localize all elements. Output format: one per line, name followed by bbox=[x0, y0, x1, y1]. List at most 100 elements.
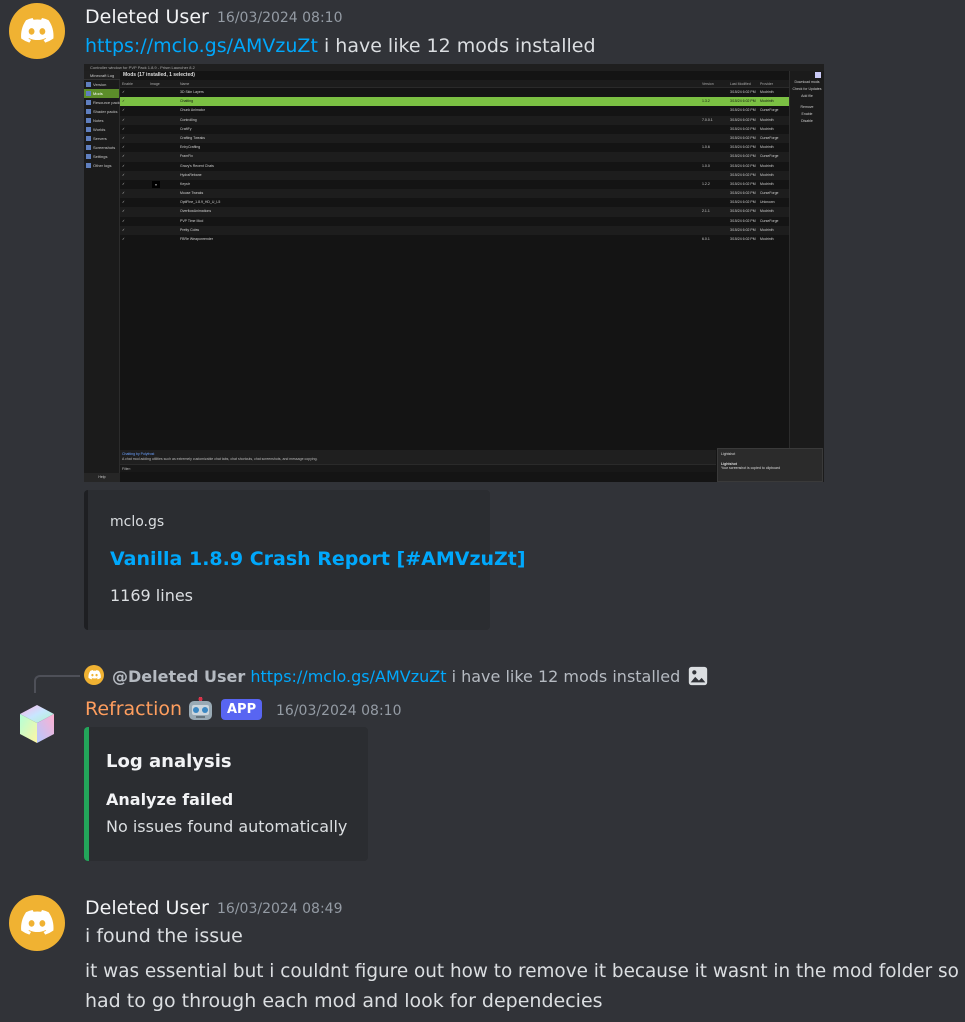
shot-cell: 3/15/24 6:02 PM bbox=[730, 163, 756, 168]
shot-col-header: Last Modified bbox=[730, 82, 751, 86]
shot-cell: Pretty Cobw bbox=[180, 227, 200, 232]
message-link[interactable]: https://mclo.gs/AMVzuZt bbox=[85, 35, 318, 57]
shot-cell: HydraRebane bbox=[180, 172, 202, 177]
shot-mod-row: ✓ EnhyCrafting 1.0.6 3/15/24 6:02 PM Modrint… bbox=[120, 143, 789, 152]
check-icon: ✓ bbox=[122, 90, 125, 94]
embed-title-link[interactable]: Vanilla 1.8.9 Crash Report [#AMVzuZt] bbox=[110, 548, 526, 570]
shot-cell: CurseForge bbox=[760, 135, 779, 140]
avatar[interactable] bbox=[9, 3, 65, 59]
shot-cell: CurseForge bbox=[760, 108, 779, 113]
log-analysis-embed: Log analysis Analyze failed No issues fo… bbox=[84, 727, 368, 861]
shot-toast: Lightshot Lightshot Your screenshot is c… bbox=[717, 448, 823, 482]
reply-connector bbox=[34, 675, 80, 693]
shot-cell: 1.0.6 bbox=[702, 145, 710, 150]
message-timestamp: 16/03/2024 08:10 bbox=[276, 703, 402, 719]
embed-site-name: mclo.gs bbox=[110, 514, 165, 530]
shot-cell: 3/15/24 6:02 PM bbox=[730, 218, 756, 223]
app-badge: APP bbox=[221, 699, 263, 720]
shot-cell: Modrinth bbox=[760, 90, 774, 94]
message-text: it was essential but i couldnt figure ou… bbox=[85, 961, 965, 982]
shot-cell: 3D Skin Layers bbox=[180, 90, 204, 94]
shot-cell: 3/15/24 6:02 PM bbox=[730, 90, 756, 94]
shot-cell: Keystr bbox=[180, 181, 190, 186]
shot-desc-line: A chat mod adding utilities such as extr… bbox=[122, 457, 318, 461]
shot-cell: Modrinth bbox=[760, 209, 774, 214]
shot-mod-row: ✓ OptiFine_1.8.9_HD_U_L5 3/15/24 6:02 PM Un… bbox=[120, 198, 789, 207]
shot-cell: 3/15/24 6:02 PM bbox=[730, 108, 756, 113]
shot-nav-item: Version bbox=[84, 80, 119, 89]
shot-cell: Controlling bbox=[180, 117, 197, 122]
message-text: i have like 12 mods installed bbox=[323, 35, 596, 57]
shot-cell: Modrinth bbox=[760, 99, 774, 104]
shot-nav-item: Resource packs bbox=[84, 98, 122, 107]
shot-mod-row: ✓ Keystr 1.2.2 3/15/24 6:02 PM Modrinth » bbox=[120, 180, 789, 189]
shot-cell: Modrinth bbox=[760, 181, 774, 186]
shot-cell: Chatting bbox=[180, 99, 194, 104]
shot-cell: 2.1.1 bbox=[702, 209, 710, 214]
check-icon: ✓ bbox=[122, 227, 125, 232]
shot-cell: Modrinth bbox=[760, 227, 774, 232]
shot-cell: PVP Time Mod bbox=[180, 218, 204, 223]
shot-cell: EnhyCrafting bbox=[180, 145, 201, 150]
shot-cell: 6.0.1 bbox=[702, 237, 710, 241]
shot-cell: 3/15/24 6:02 PM bbox=[730, 181, 756, 186]
shot-mod-row: ✓ OverflowAnimations 2.1.1 3/15/24 6:02 PM M… bbox=[120, 207, 789, 217]
username[interactable]: Deleted User bbox=[85, 897, 209, 919]
bot-username[interactable]: Refraction bbox=[85, 698, 182, 720]
shot-mod-row: ✓ FramFix 3/15/24 6:02 PM CurseForge bbox=[120, 152, 789, 162]
shot-col-header: Image bbox=[150, 82, 160, 86]
refraction-cube-icon bbox=[20, 705, 54, 743]
shot-cell: 3/15/24 6:02 PM bbox=[730, 227, 756, 232]
username[interactable]: Deleted User bbox=[85, 6, 209, 28]
embed-title: Log analysis bbox=[106, 751, 232, 772]
link-embed: mclo.gs Vanilla 1.8.9 Crash Report [#AMV… bbox=[84, 490, 526, 630]
shot-button: Add file bbox=[801, 94, 813, 98]
shot-nav-item: Settings bbox=[84, 152, 119, 161]
shot-description: Chatting by Polyfrost A chat mod adding … bbox=[120, 450, 716, 464]
check-icon: ✓ bbox=[122, 218, 125, 223]
message-text: had to go through each mod and look for … bbox=[85, 990, 603, 1012]
shot-cell: OptiFine_1.8.9_HD_U_L5 bbox=[180, 200, 221, 205]
shot-cell: 1.2.2 bbox=[702, 181, 710, 186]
check-icon: ✓ bbox=[122, 126, 125, 131]
shot-mod-list: Mods (17 installed, 1 selected) Enable I… bbox=[120, 71, 789, 482]
shot-button: Enable bbox=[801, 112, 813, 116]
shot-cell: Modrinth bbox=[760, 163, 774, 168]
shot-cell: 3/15/24 6:02 PM bbox=[730, 237, 756, 241]
reply-text: i have like 12 mods installed bbox=[451, 667, 681, 686]
bot-avatar[interactable] bbox=[13, 700, 61, 748]
shot-nav-item: Mods bbox=[84, 89, 119, 98]
shot-header: Mods (17 installed, 1 selected) bbox=[123, 72, 195, 78]
shot-nav-item: Shader packs bbox=[84, 107, 119, 116]
shot-cell: CraftFy bbox=[180, 126, 192, 131]
shot-cell: Modrinth bbox=[760, 117, 774, 122]
shot-mod-row: ✓ PVP Time Mod 3/15/24 6:02 PM CurseForge bbox=[120, 217, 789, 226]
shot-col-header: Provider bbox=[760, 82, 774, 86]
check-icon: ✓ bbox=[122, 191, 125, 196]
shot-sidebar: Version Mods Resource packs Shader packs… bbox=[84, 80, 122, 482]
shot-cell: Modrinth bbox=[760, 126, 774, 131]
shot-nav-item: Other logs bbox=[84, 161, 119, 170]
shot-button: Remove bbox=[800, 105, 814, 109]
check-icon: ✓ bbox=[122, 163, 125, 168]
reply-mention[interactable]: @Deleted User bbox=[112, 667, 245, 686]
shot-cell: Unknown bbox=[760, 200, 775, 205]
reply-preview[interactable]: @Deleted User https://mclo.gs/AMVzuZt i … bbox=[112, 665, 709, 687]
shot-right-pane: Download mods Check for Updates Add file… bbox=[789, 71, 824, 482]
shot-mod-row: ✓ Controlling 7.0.0.1 3/15/24 6:02 PM Modrin… bbox=[120, 115, 789, 125]
shot-mod-row: ✓ Gravy's Recent Chats 1.0.0 3/15/24 6:02 P… bbox=[120, 162, 789, 171]
shot-cell: 3/15/24 6:02 PM bbox=[730, 145, 756, 150]
shot-nav-item: Worlds bbox=[84, 125, 119, 134]
reply-link[interactable]: https://mclo.gs/AMVzuZt bbox=[250, 667, 446, 686]
shot-mod-row: ✓ Chunk Animator 3/15/24 6:02 PM CurseForge bbox=[120, 106, 789, 115]
shot-toast-body: Your screenshot is copied to clipboard bbox=[721, 466, 781, 470]
check-icon: ✓ bbox=[122, 181, 125, 186]
shot-mod-row: ✓ CraftFy 3/15/24 6:02 PM Modrinth bbox=[120, 125, 789, 134]
avatar[interactable] bbox=[9, 895, 65, 951]
shot-cell: 3/15/24 6:02 PM bbox=[730, 135, 756, 140]
image-attachment[interactable]: Controller window for PVP Pack 1.8.9 - P… bbox=[84, 64, 824, 482]
embed-field-name: Analyze failed bbox=[106, 790, 234, 809]
shot-rows: ✓ 3D Skin Layers 3/15/24 6:02 PM Modrinth ✓ C… bbox=[120, 88, 789, 244]
shot-cell: 3/15/24 6:02 PM bbox=[730, 172, 756, 177]
embed-description: 1169 lines bbox=[110, 586, 194, 605]
